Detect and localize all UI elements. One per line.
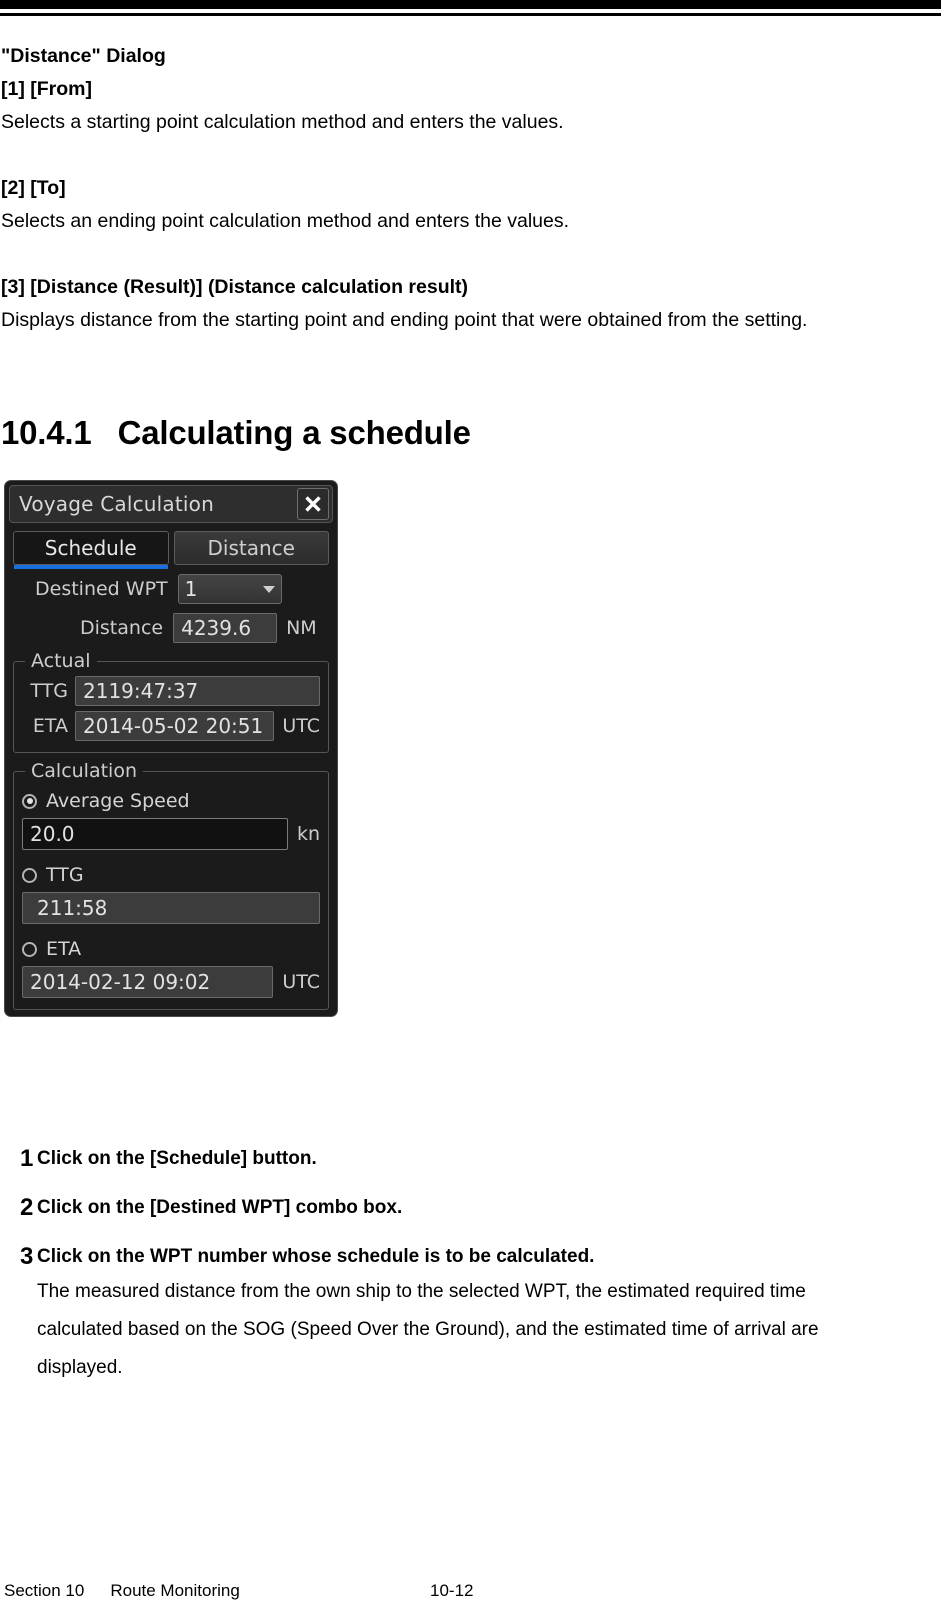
radio-eta-icon [22, 941, 37, 957]
step-3-number: 3 [20, 1243, 34, 1270]
calc-eta-input-row: 2014-02-12 09:02 UTC [22, 966, 320, 998]
item-2-to-heading: [2] [To] [1, 177, 66, 199]
procedure-steps: 1 Click on the [Schedule] button. 2 Clic… [0, 1142, 941, 1392]
dialog-tabs: Schedule Distance [13, 531, 329, 569]
header-rule [0, 13, 941, 16]
distance-label: Distance [80, 617, 164, 639]
average-speed-input[interactable]: 20.0 [22, 818, 288, 850]
step-2: 2 Click on the [Destined WPT] combo box. [0, 1191, 941, 1224]
radio-ttg-label: TTG [46, 864, 84, 886]
voyage-calculation-dialog: Voyage Calculation Schedule Distance Des… [4, 480, 338, 1017]
distance-dialog-heading: "Distance" Dialog [1, 45, 166, 67]
dialog-titlebar: Voyage Calculation [9, 485, 333, 523]
tab-schedule-label: Schedule [44, 536, 137, 560]
dialog-content: Schedule Distance Destined WPT 1 Distanc… [9, 531, 333, 1010]
radio-average-speed-icon [22, 793, 37, 809]
actual-ttg-row: TTG 2119:47:37 [22, 676, 320, 706]
footer-section: Section 10 [4, 1581, 85, 1600]
tab-distance-label: Distance [207, 536, 295, 560]
item-1-from-description: Selects a starting point calculation met… [1, 111, 564, 133]
distance-value-field: 4239.6 [173, 613, 278, 643]
item-2-to-description: Selects an ending point calculation meth… [1, 210, 570, 232]
radio-average-speed-label: Average Speed [46, 790, 190, 812]
average-speed-input-row: 20.0 kn [22, 818, 320, 850]
distance-value: 4239.6 [181, 616, 252, 640]
document-body: "Distance" Dialog [1] [From] Selects a s… [0, 40, 941, 453]
step-2-number: 2 [20, 1194, 34, 1221]
section-number: 10.4.1 [1, 414, 92, 451]
step-1-body: Click on the [Schedule] button. [37, 1142, 941, 1175]
step-3: 3 Click on the WPT number whose schedule… [0, 1240, 941, 1387]
destined-wpt-row: Destined WPT 1 [13, 574, 329, 604]
header-black-bar [0, 0, 941, 9]
step-2-body: Click on the [Destined WPT] combo box. [37, 1191, 941, 1224]
step-3-title: Click on the WPT number whose schedule i… [37, 1246, 595, 1267]
radio-eta-label: ETA [46, 938, 82, 960]
footer-page-number: 10-12 [430, 1581, 474, 1600]
destined-wpt-combobox[interactable]: 1 [177, 574, 282, 604]
calc-ttg-input-row: 211:58 [22, 892, 320, 924]
radio-ttg[interactable]: TTG [22, 864, 320, 886]
item-1-from-heading: [1] [From] [1, 78, 92, 100]
tab-schedule[interactable]: Schedule [13, 531, 169, 569]
step-1-number: 1 [20, 1145, 34, 1172]
step-2-title: Click on the [Destined WPT] combo box. [37, 1197, 403, 1218]
actual-group-legend: Actual [25, 650, 97, 672]
step-3-para-2: calculated based on the SOG (Speed Over … [37, 1319, 819, 1340]
actual-eta-row: ETA 2014-05-02 20:51 UTC [22, 711, 320, 741]
section-heading: 10.4.1 Calculating a schedule [0, 413, 941, 453]
calc-eta-input[interactable]: 2014-02-12 09:02 [22, 966, 274, 998]
actual-eta-value: 2014-05-02 20:51 [83, 714, 264, 738]
section-title: Calculating a schedule [117, 414, 471, 451]
calc-ttg-input[interactable]: 211:58 [22, 892, 320, 924]
destined-wpt-label: Destined WPT [35, 578, 168, 600]
radio-average-speed[interactable]: Average Speed [22, 790, 320, 812]
calculation-group-legend: Calculation [25, 760, 143, 782]
actual-ttg-label: TTG [30, 680, 68, 702]
footer-chapter: Route Monitoring [110, 1581, 240, 1600]
average-speed-unit: kn [296, 823, 320, 845]
distance-row: Distance 4239.6 NM [13, 613, 329, 643]
calc-eta-unit: UTC [282, 971, 320, 993]
close-icon[interactable] [297, 488, 329, 520]
tab-distance[interactable]: Distance [173, 531, 329, 565]
radio-ttg-icon [22, 867, 37, 883]
actual-eta-unit: UTC [282, 715, 320, 737]
chevron-down-icon [262, 585, 275, 593]
page-footer: Section 10 Route Monitoring 10-12 [0, 1581, 941, 1601]
calc-eta-value: 2014-02-12 09:02 [30, 970, 211, 994]
step-3-para-1: The measured distance from the own ship … [37, 1281, 806, 1302]
radio-eta[interactable]: ETA [22, 938, 320, 960]
step-3-body: Click on the WPT number whose schedule i… [37, 1240, 941, 1387]
average-speed-value: 20.0 [30, 822, 75, 846]
step-3-para-3: displayed. [37, 1357, 123, 1378]
item-3-result-description: Displays distance from the starting poin… [1, 309, 808, 331]
calc-ttg-value: 211:58 [37, 896, 108, 920]
step-1: 1 Click on the [Schedule] button. [0, 1142, 941, 1175]
actual-groupbox: Actual TTG 2119:47:37 ETA 2014-05-02 20:… [13, 650, 329, 753]
step-1-title: Click on the [Schedule] button. [37, 1148, 317, 1169]
distance-unit: NM [286, 617, 317, 639]
dialog-title: Voyage Calculation [19, 492, 214, 516]
calculation-groupbox: Calculation Average Speed 20.0 kn TTG 21… [13, 760, 329, 1010]
actual-eta-label: ETA [32, 715, 68, 737]
item-3-result-heading: [3] [Distance (Result)] (Distance calcul… [1, 276, 469, 298]
actual-ttg-field: 2119:47:37 [75, 676, 320, 706]
actual-ttg-value: 2119:47:37 [83, 679, 199, 703]
actual-eta-field: 2014-05-02 20:51 [75, 711, 275, 741]
destined-wpt-value: 1 [184, 577, 198, 601]
